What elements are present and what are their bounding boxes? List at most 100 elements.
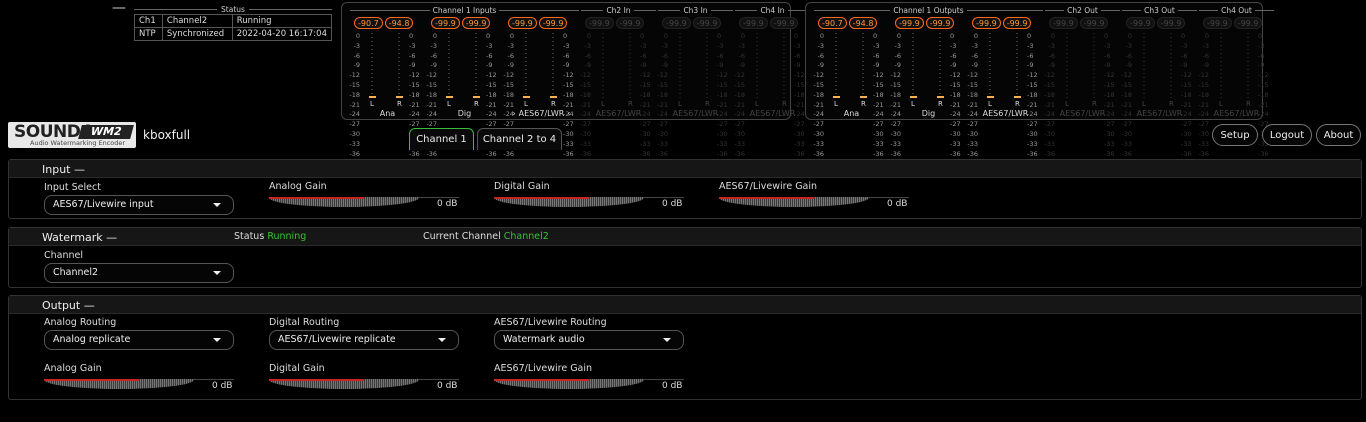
scale-tick: -15	[503, 80, 514, 89]
watermark-section-title: Watermark —	[42, 231, 118, 244]
chevron-down-icon	[213, 271, 221, 275]
input-section-header[interactable]: Input —	[9, 160, 1361, 178]
collapse-toggle[interactable]: —	[112, 0, 126, 16]
scale-tick: 0	[740, 32, 745, 40]
output-analog-gain-value: 0 dB	[212, 381, 233, 391]
input-digital-gain-slider[interactable]	[494, 197, 644, 209]
output-meter-peak-value: -99.9	[972, 17, 1001, 29]
status-cell: NTP	[134, 27, 163, 41]
scale-tick: -33	[967, 139, 978, 148]
scale-tick: -36	[1044, 149, 1055, 158]
scale-tick: 0	[586, 32, 591, 40]
output-section-header[interactable]: Output —	[9, 296, 1361, 314]
scale-tick: 0	[1258, 32, 1263, 40]
scale-tick: 0	[663, 32, 668, 40]
watermark-status-value: Running	[267, 231, 307, 242]
input-meter-channel-label[interactable]: › AES67/LWR ‹	[504, 109, 579, 118]
input-select[interactable]: AES67/Livewire input	[44, 195, 234, 215]
input-analog-gain-slider-fill	[269, 197, 364, 199]
scale-tick: -9	[1202, 61, 1209, 70]
status-row-channel: Ch1 Channel2 Running	[134, 14, 333, 28]
scale-tick: -36	[1258, 149, 1269, 158]
scale-tick: -3	[584, 41, 591, 50]
input-section: Input — Input Select AES67/Livewire inpu…	[8, 159, 1362, 219]
scale-tick: -9	[1125, 61, 1132, 70]
scale-tick: -6	[738, 51, 745, 60]
scale-tick: -18	[1044, 90, 1055, 99]
watermark-section-header[interactable]: Watermark — Status Running Current Chann…	[9, 228, 1361, 246]
output-digital-gain-slider[interactable]	[269, 379, 419, 391]
aes67-routing-value: Watermark audio	[503, 334, 585, 345]
scale-tick: -33	[1198, 139, 1209, 148]
scale-tick: -27	[1198, 120, 1209, 129]
chevron-right-icon[interactable]: ›	[512, 109, 515, 118]
scale-tick: 0	[432, 32, 437, 40]
channel-select[interactable]: Channel2	[44, 263, 234, 283]
input-meter-peak-value: -99.9	[739, 17, 768, 29]
output-analog-gain-label: Analog Gain	[44, 363, 102, 374]
output-meters-panel: Channel 1 Outputs -90.7 -94.8 0 -3 -6 -9 -12 -15…	[805, 2, 1269, 158]
output-section-title: Output —	[42, 299, 95, 312]
output-meter-lr-label: R	[861, 100, 866, 108]
input-meter-channel-label: AES67/LWR	[658, 109, 733, 118]
chevron-left-icon[interactable]: ‹	[567, 109, 570, 118]
setup-button[interactable]: Setup	[1212, 124, 1258, 146]
scale-tick: -27	[734, 120, 745, 129]
tab-channel-2-to-4[interactable]: Channel 2 to 4	[477, 128, 562, 150]
output-aes67-gain-label: AES67/Livewire Gain	[494, 363, 593, 374]
input-meter-level-bar	[371, 33, 373, 100]
output-meter-level-bar	[835, 33, 837, 100]
output-meter-peak-row: -99.9 -99.9	[1203, 17, 1263, 29]
input-meters-panel: Channel 1 Inputs -90.7 -94.8 0 -3 -6 -9 -12 -15-…	[341, 2, 805, 158]
output-analog-gain-slider[interactable]	[44, 379, 194, 391]
scale-tick: 0	[819, 32, 824, 40]
scale-tick: -12	[1044, 71, 1055, 80]
input-meter-lr-label: R	[397, 100, 402, 108]
logout-button[interactable]: Logout	[1262, 124, 1312, 146]
output-meter-level-bar	[1093, 33, 1095, 100]
input-meter-lr-label: L	[755, 100, 759, 108]
chevron-down-icon	[213, 203, 221, 207]
scale-tick: -6	[1258, 51, 1265, 60]
scale-tick: -15	[813, 80, 824, 89]
input-meter-level-bar	[448, 33, 450, 100]
scale-tick: -12	[657, 71, 668, 80]
input-analog-gain-slider[interactable]	[269, 197, 419, 209]
input-meter-scale: 0-3-6-9-12-15-18-21-24-27-30-33-36	[729, 32, 745, 159]
scale-tick: -9	[507, 61, 514, 70]
status-cell: Channel2	[161, 14, 233, 28]
scale-tick: -6	[1048, 51, 1055, 60]
scale-tick: -18	[734, 90, 745, 99]
scale-tick: 0	[1127, 32, 1132, 40]
status-title: Status	[134, 4, 332, 14]
tab-channel-1[interactable]: Channel 1	[409, 128, 474, 150]
about-button[interactable]: About	[1316, 124, 1361, 146]
output-meter-level-bar	[1143, 33, 1145, 100]
chevron-down-icon	[438, 338, 446, 342]
input-aes67-gain-slider[interactable]	[719, 197, 869, 209]
scale-tick: -33	[890, 139, 901, 148]
aes67-routing-select[interactable]: Watermark audio	[494, 330, 684, 350]
output-meter-level-bar	[1247, 33, 1249, 100]
scale-tick: -6	[1202, 51, 1209, 60]
scale-tick: 0	[973, 32, 978, 40]
scale-tick: -15	[349, 80, 360, 89]
input-meter-level-bar	[756, 33, 758, 100]
digital-routing-select[interactable]: AES67/Livewire replicate	[269, 330, 459, 350]
output-meter-lr-label: R	[1246, 100, 1251, 108]
scale-tick: -15	[426, 80, 437, 89]
input-meter-scale: 0-3-6-9-12-15-18-21-24-27-30-33-36	[344, 32, 360, 159]
scale-tick: -3	[971, 41, 978, 50]
input-meter-channel-label: AES67/LWR	[581, 109, 656, 118]
digital-routing-value: AES67/Livewire replicate	[278, 334, 396, 345]
output-meter-peak-hold	[937, 96, 944, 98]
analog-routing-select[interactable]: Analog replicate	[44, 330, 234, 350]
scale-tick: -30	[657, 129, 668, 138]
output-meter-scale: 0-3-6-9-12-15-18-21-24-27-30-33-36	[1039, 32, 1055, 159]
output-meter-scale: 0-3-6-9-12-15-18-21-24-27-30-33-36	[1193, 32, 1209, 159]
output-aes67-gain-value: 0 dB	[662, 381, 683, 391]
input-meter-peak-value: -99.9	[769, 17, 799, 29]
input-meter-peak-row: -99.9 -99.9	[739, 17, 799, 29]
scale-tick: -33	[1044, 139, 1055, 148]
output-aes67-gain-slider[interactable]	[494, 379, 644, 391]
